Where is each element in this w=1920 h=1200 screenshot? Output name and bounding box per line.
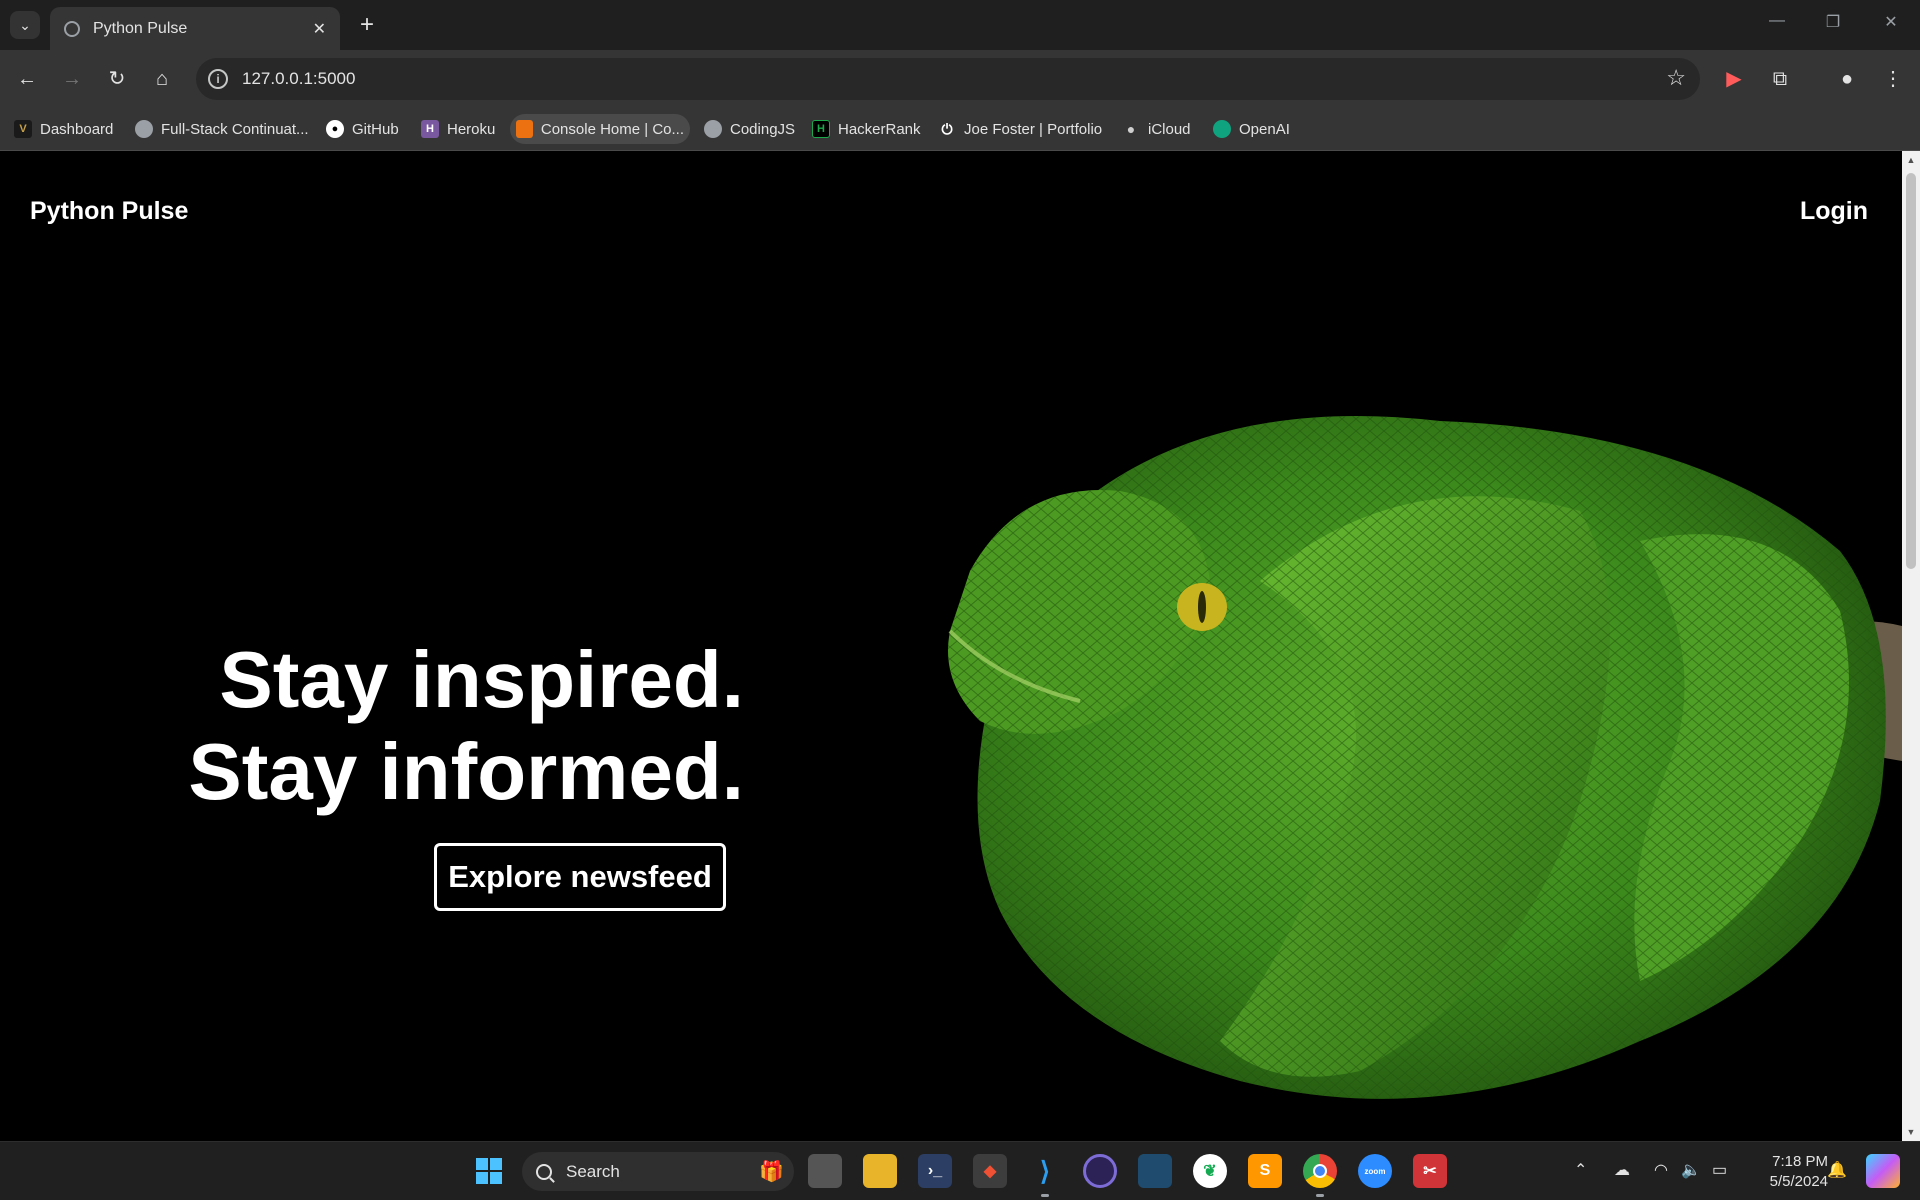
chrome-icon[interactable]	[1303, 1154, 1337, 1188]
bookmark-openai[interactable]: OpenAI	[1207, 114, 1296, 144]
close-icon[interactable]: ✕	[313, 19, 326, 39]
page-viewport: Python Pulse Login Stay inspired. Stay i…	[0, 151, 1902, 1141]
zoom-icon[interactable]: zoom	[1358, 1154, 1392, 1188]
heroku-icon: H	[421, 120, 439, 138]
new-tab-button[interactable]: +	[352, 10, 382, 40]
globe-icon	[64, 20, 80, 37]
scroll-up-arrow-icon[interactable]: ▲	[1906, 155, 1916, 165]
scroll-down-arrow-icon[interactable]: ▼	[1906, 1127, 1916, 1137]
explore-newsfeed-button[interactable]: Explore newsfeed	[434, 843, 726, 911]
github-icon: ●	[326, 120, 344, 138]
clock-time: 7:18 PM	[1772, 1153, 1828, 1170]
bookmark-icloud[interactable]: ● iCloud	[1116, 114, 1197, 144]
task-view-icon[interactable]	[808, 1154, 842, 1188]
hero-line-2: Stay informed.	[188, 727, 744, 816]
bookmark-github[interactable]: ● GitHub	[320, 114, 405, 144]
search-icon	[536, 1163, 552, 1180]
vscode-icon[interactable]: ⟩	[1028, 1154, 1062, 1188]
forward-icon[interactable]: →	[57, 64, 87, 94]
site-info-icon[interactable]: i	[208, 69, 228, 89]
bookmark-label: CodingJS	[730, 120, 796, 138]
profile-avatar-icon[interactable]: ●	[1832, 64, 1862, 94]
battery-icon[interactable]: ▭	[1712, 1160, 1727, 1180]
home-icon[interactable]: ⌂	[147, 64, 177, 94]
bookmark-codingjs[interactable]: CodingJS	[698, 114, 801, 144]
globe-icon	[135, 120, 153, 138]
file-explorer-icon[interactable]	[863, 1154, 897, 1188]
hackerrank-icon: H	[812, 120, 830, 138]
search-label: Search	[566, 1161, 620, 1181]
volume-icon[interactable]: 🔈	[1681, 1160, 1701, 1180]
powershell-icon[interactable]: ›_	[918, 1154, 952, 1188]
bookmark-label: GitHub	[352, 120, 399, 138]
sublime-text-icon[interactable]: S	[1248, 1154, 1282, 1188]
eclipse-icon[interactable]	[1083, 1154, 1117, 1188]
extension-record-icon[interactable]: ▶	[1719, 64, 1749, 94]
bookmark-heroku[interactable]: H Heroku	[415, 114, 501, 144]
apple-icon: ●	[1126, 121, 1136, 137]
search-highlight-icon: 🎁	[759, 1161, 784, 1183]
tab-strip: ⌄ Python Pulse ✕ + — ❐ ✕	[0, 0, 1920, 50]
git-icon[interactable]: ◆	[973, 1154, 1007, 1188]
show-hidden-icons-icon[interactable]: ⌃	[1574, 1160, 1587, 1180]
clock-date: 5/5/2024	[1769, 1173, 1828, 1190]
snipping-tool-icon[interactable]: ✂	[1413, 1154, 1447, 1188]
openai-icon	[1213, 120, 1231, 138]
tab-title: Python Pulse	[93, 19, 188, 37]
hero-heading: Stay inspired. Stay informed.	[188, 634, 744, 818]
bookmark-label: Dashboard	[40, 120, 114, 138]
mongodb-icon[interactable]: ❦	[1193, 1154, 1227, 1188]
browser-toolbar: ← → ↻ ⌂ i 127.0.0.1:5000 ☆ ▶ ⧉ ● ⋮	[0, 50, 1920, 107]
copilot-icon[interactable]	[1866, 1154, 1900, 1188]
bookmark-label: Joe Foster | Portfolio	[964, 120, 1103, 138]
bookmark-label: OpenAI	[1239, 120, 1290, 138]
bookmark-hackerrank[interactable]: H HackerRank	[806, 114, 927, 144]
bookmark-aws-console[interactable]: Console Home | Co...	[510, 114, 690, 144]
login-link[interactable]: Login	[1800, 197, 1868, 226]
bookmark-label: HackerRank	[838, 120, 921, 138]
onedrive-cloud-icon[interactable]: ☁	[1614, 1160, 1630, 1180]
bookmark-full-stack[interactable]: Full-Stack Continuat...	[129, 114, 315, 144]
bookmark-portfolio[interactable]: ⏻ Joe Foster | Portfolio	[932, 114, 1108, 144]
window-close-icon[interactable]: ✕	[1876, 12, 1906, 36]
bookmark-label: Full-Stack Continuat...	[161, 120, 309, 138]
scroll-thumb[interactable]	[1906, 173, 1916, 569]
mysql-workbench-icon[interactable]	[1138, 1154, 1172, 1188]
bookmarks-bar: V Dashboard Full-Stack Continuat... ● Gi…	[0, 107, 1920, 151]
windows-taskbar: Search 🎁 ›_ ◆ ⟩ ❦ S zoom ✂ ⌃ ☁ ◠ 🔈 ▭ 7:1…	[0, 1141, 1920, 1200]
taskbar-clock[interactable]: 7:18 PM 5/5/2024	[1746, 1152, 1828, 1192]
python-snake-image	[948, 416, 1902, 1099]
tab-search-button[interactable]: ⌄	[10, 11, 40, 39]
running-indicator	[1316, 1194, 1324, 1197]
page-scrollbar[interactable]: ▲ ▼	[1902, 151, 1920, 1141]
globe-icon	[704, 120, 722, 138]
more-menu-icon[interactable]: ⋮	[1878, 64, 1908, 94]
bookmark-star-icon[interactable]: ☆	[1666, 65, 1686, 91]
aws-cube-icon	[516, 120, 533, 138]
minimize-icon[interactable]: —	[1762, 12, 1792, 36]
bookmark-label: Console Home | Co...	[540, 120, 684, 138]
dashboard-v-icon: V	[14, 120, 32, 138]
address-bar[interactable]: i 127.0.0.1:5000 ☆	[196, 58, 1700, 100]
tab-python-pulse[interactable]: Python Pulse ✕	[50, 7, 340, 50]
reload-icon[interactable]: ↻	[102, 64, 132, 94]
chevron-down-icon: ⌄	[19, 16, 31, 33]
bookmark-label: iCloud	[1148, 120, 1191, 138]
restore-icon[interactable]: ❐	[1818, 12, 1848, 36]
bookmark-label: Heroku	[447, 120, 496, 138]
back-icon[interactable]: ←	[12, 64, 42, 94]
bookmark-dashboard[interactable]: V Dashboard	[8, 114, 119, 144]
wifi-icon[interactable]: ◠	[1654, 1160, 1668, 1180]
notifications-bell-icon[interactable]: 🔔	[1827, 1160, 1847, 1180]
brand-logo[interactable]: Python Pulse	[30, 197, 188, 226]
windows-start-icon[interactable]	[472, 1154, 506, 1188]
power-icon: ⏻	[941, 120, 953, 137]
taskbar-search[interactable]: Search 🎁	[522, 1152, 794, 1191]
running-indicator	[1041, 1194, 1049, 1197]
url-text[interactable]: 127.0.0.1:5000	[242, 69, 355, 89]
extensions-puzzle-icon[interactable]: ⧉	[1765, 64, 1795, 94]
hero-line-1: Stay inspired.	[219, 635, 744, 724]
